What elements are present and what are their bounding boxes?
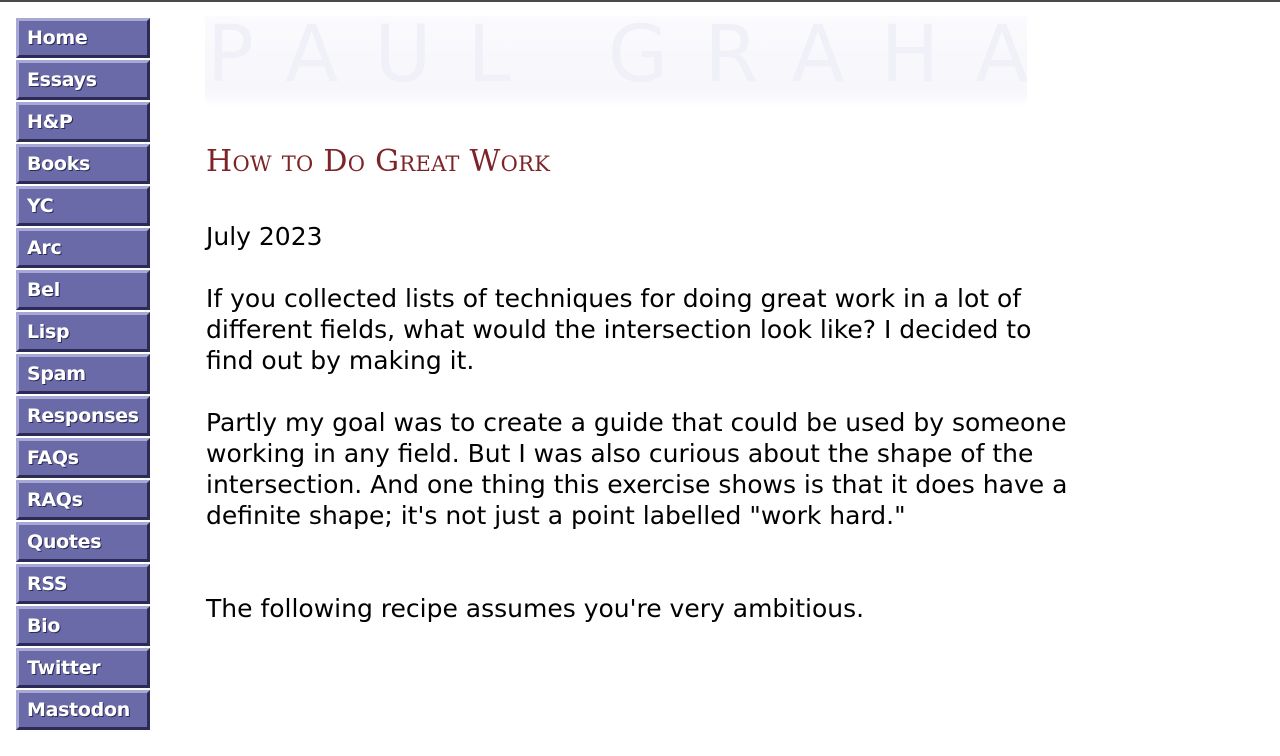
nav-button-bel[interactable]: Bel (16, 270, 150, 310)
nav-item-bio: Bio (16, 606, 150, 646)
article-date: July 2023 (206, 222, 323, 251)
nav-item-hp: H&P (16, 102, 150, 142)
nav-item-rss: RSS (16, 564, 150, 604)
nav-button-hp[interactable]: H&P (16, 102, 150, 142)
nav-button-bio[interactable]: Bio (16, 606, 150, 646)
nav-item-spam: Spam (16, 354, 150, 394)
article-paragraph: If you collected lists of techniques for… (206, 284, 1032, 375)
nav-button-rss[interactable]: RSS (16, 564, 150, 604)
nav-item-faqs: FAQs (16, 438, 150, 478)
nav-item-twitter: Twitter (16, 648, 150, 688)
nav-item-raqs: RAQs (16, 480, 150, 520)
nav-item-quotes: Quotes (16, 522, 150, 562)
nav-item-books: Books (16, 144, 150, 184)
nav-button-raqs[interactable]: RAQs (16, 480, 150, 520)
sidebar-nav: Home Essays H&P Books YC Arc Bel Lisp Sp… (16, 18, 150, 732)
nav-button-lisp[interactable]: Lisp (16, 312, 150, 352)
nav-button-spam[interactable]: Spam (16, 354, 150, 394)
nav-button-home[interactable]: Home (16, 18, 150, 58)
page-title: How to Do Great Work (206, 144, 551, 179)
nav-item-arc: Arc (16, 228, 150, 268)
nav-button-essays[interactable]: Essays (16, 60, 150, 100)
article-paragraph: The following recipe assumes you're very… (206, 594, 865, 623)
article-paragraph: Partly my goal was to create a guide tha… (206, 408, 1068, 530)
nav-item-mastodon: Mastodon (16, 690, 150, 730)
site-logo[interactable]: PAUL GRAHAM (205, 16, 1027, 108)
nav-item-responses: Responses (16, 396, 150, 436)
nav-button-responses[interactable]: Responses (16, 396, 150, 436)
nav-button-arc[interactable]: Arc (16, 228, 150, 268)
logo-text: PAUL GRAHAM (207, 16, 1027, 100)
nav-item-yc: YC (16, 186, 150, 226)
nav-item-bel: Bel (16, 270, 150, 310)
nav-item-home: Home (16, 18, 150, 58)
nav-button-mastodon[interactable]: Mastodon (16, 690, 150, 730)
nav-button-yc[interactable]: YC (16, 186, 150, 226)
nav-button-quotes[interactable]: Quotes (16, 522, 150, 562)
nav-item-essays: Essays (16, 60, 150, 100)
nav-item-lisp: Lisp (16, 312, 150, 352)
nav-button-faqs[interactable]: FAQs (16, 438, 150, 478)
nav-button-books[interactable]: Books (16, 144, 150, 184)
nav-button-twitter[interactable]: Twitter (16, 648, 150, 688)
